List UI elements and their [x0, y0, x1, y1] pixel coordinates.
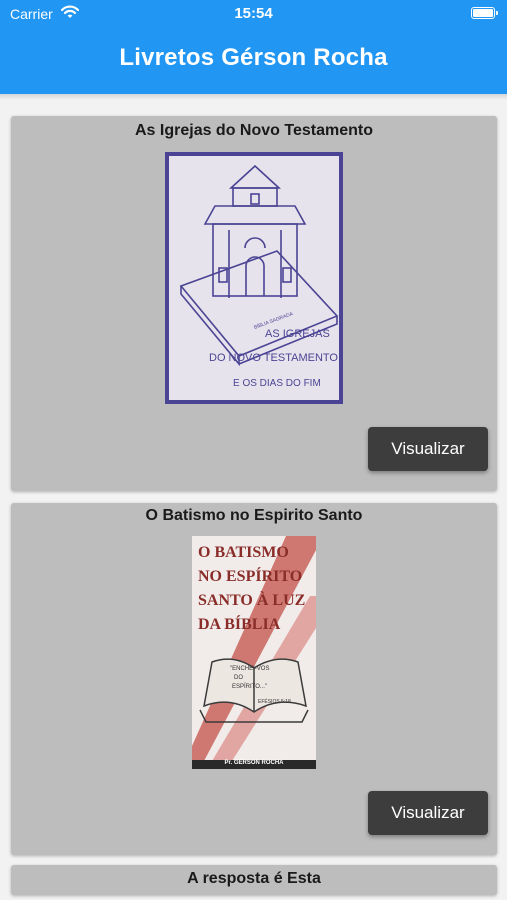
cover-quote-line: EFÉSIOS 5:18	[258, 699, 291, 705]
app-bar: Carrier 15:54 Livretos Gérson Rocha	[0, 0, 507, 94]
book-card: O Batismo no Espirito Santo O BATISMO NO…	[11, 503, 497, 855]
book-title: A resposta é Esta	[187, 870, 321, 887]
cover-author: Pr. GÉRSON ROCHA	[224, 760, 284, 766]
book-cover-image[interactable]: O BATISMO NO ESPÍRITO SANTO À LUZ DA BÍB…	[192, 536, 316, 769]
view-button[interactable]: Visualizar	[368, 791, 488, 835]
cover-line: O BATISMO	[198, 544, 289, 561]
cover-line: NO ESPÍRITO	[198, 568, 303, 585]
clock: 15:54	[234, 5, 273, 22]
cover-line: E OS DIAS DO FIM	[233, 378, 321, 389]
cover-line: DO NOVO TESTAMENTO	[209, 352, 338, 364]
book-title: O Batismo no Espirito Santo	[145, 507, 363, 524]
page-title: Livretos Gérson Rocha	[119, 44, 388, 71]
cover-quote-line: DO	[234, 675, 243, 681]
cover-line: DA BÍBLIA	[198, 616, 281, 633]
book-cover-image[interactable]: AS IGREJAS DO NOVO TESTAMENTO E OS DIAS …	[165, 152, 343, 404]
book-card: As Igrejas do Novo Testamento AS IGREJAS…	[11, 116, 497, 491]
cover-quote-line: ESPÍRITO..."	[232, 684, 268, 690]
view-button[interactable]: Visualizar	[368, 427, 488, 471]
book-title: As Igrejas do Novo Testamento	[135, 122, 373, 139]
status-bar: Carrier 15:54	[0, 0, 507, 28]
cover-quote-line: "ENCHEI-VOS	[230, 666, 270, 672]
app-bar-shadow	[0, 94, 507, 100]
cover-line: SANTO À LUZ	[198, 592, 306, 609]
book-card: A resposta é Esta	[11, 865, 497, 895]
cover-line: AS IGREJAS	[265, 328, 330, 340]
battery-icon	[471, 7, 498, 19]
